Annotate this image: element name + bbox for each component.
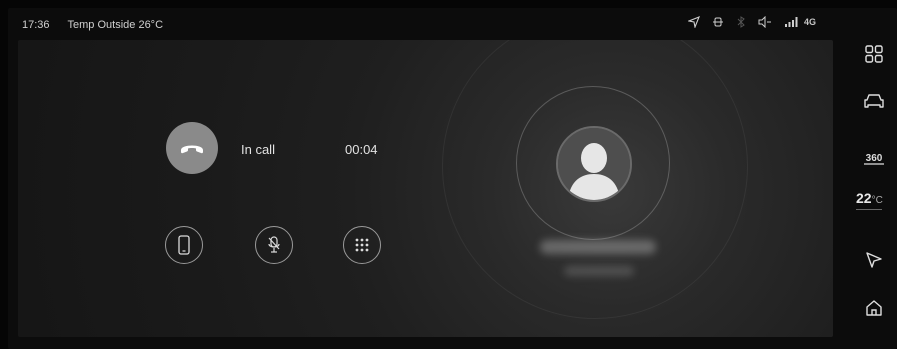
home-icon (865, 300, 882, 316)
camera-360-icon: 360 (863, 153, 884, 165)
car-icon (863, 94, 884, 108)
contact-avatar (556, 126, 632, 202)
network-type: 4G (803, 17, 816, 27)
mute-mic-icon (268, 236, 280, 253)
outside-temperature: Temp Outside 26°C (67, 19, 164, 31)
call-panel: In call 00:04 (18, 40, 833, 337)
apps-grid-icon (864, 45, 883, 63)
keypad-button[interactable] (343, 226, 381, 264)
status-icons: 4G (687, 16, 816, 28)
call-status: In call (241, 142, 275, 157)
apps-button[interactable] (850, 36, 897, 72)
call-timer: 00:04 (345, 142, 378, 157)
right-sidebar: 360 22°C (850, 30, 897, 349)
hangup-button[interactable] (166, 122, 218, 174)
navigation-icon (865, 252, 882, 268)
temperature-divider (856, 209, 882, 210)
navigation-button[interactable] (850, 242, 897, 278)
temperature-unit: °C (871, 195, 883, 206)
mute-button[interactable] (255, 226, 293, 264)
clock: 17:36 (22, 19, 50, 31)
bluetooth-icon (736, 16, 746, 28)
status-bar: 17:36 Temp Outside 26°C 4G (8, 10, 844, 40)
handset-button[interactable] (165, 226, 203, 264)
phone-hangup-icon (181, 145, 203, 154)
person-icon (558, 128, 630, 200)
handset-icon (178, 235, 190, 255)
signal-bars-icon (784, 17, 798, 27)
temperature-value: 22 (856, 190, 872, 206)
keypad-icon (355, 238, 369, 252)
volume-icon (758, 16, 772, 28)
contact-name-blurred (540, 240, 656, 254)
climate-temp[interactable]: 22°C (856, 190, 896, 210)
bluetooth-device-icon (712, 16, 724, 28)
home-button[interactable] (850, 290, 897, 326)
vehicle-button[interactable] (850, 83, 897, 119)
navigation-arrow-icon (687, 16, 700, 28)
view-360-label: 360 (865, 153, 882, 164)
camera-360-button[interactable]: 360 (850, 140, 897, 176)
contact-number-blurred (564, 266, 634, 276)
